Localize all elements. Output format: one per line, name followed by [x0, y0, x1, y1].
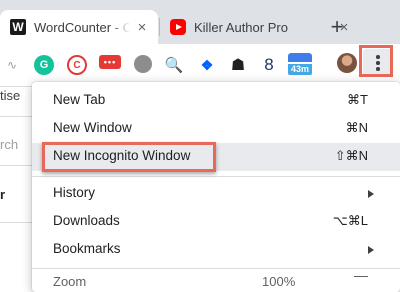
tab-wordcounter[interactable]: W WordCounter - C × — [0, 10, 158, 44]
menu-item-label: Bookmarks — [53, 241, 121, 256]
close-tab-icon[interactable]: × — [134, 19, 150, 36]
menu-item-label: History — [53, 185, 96, 200]
page-text-fragment: r — [0, 187, 6, 202]
tab-strip: W WordCounter - C × Killer Author Pro × … — [0, 0, 400, 44]
menu-separator — [32, 268, 400, 269]
youtube-favicon-icon — [170, 19, 186, 35]
search-extension-icon[interactable]: 🔍 — [164, 55, 184, 75]
submenu-arrow-icon — [368, 190, 374, 198]
red-dots-extension-icon[interactable]: ••• — [99, 55, 121, 69]
menu-item-shortcut: ⇧⌘N — [334, 148, 368, 163]
menu-item-shortcut: ⌘T — [347, 92, 368, 107]
menu-item-label: New Window — [53, 120, 132, 135]
ghost-extension-icon[interactable]: ☗ — [228, 55, 248, 75]
menu-separator — [32, 176, 400, 177]
red-circle-extension-icon[interactable]: C — [67, 55, 87, 75]
wordcounter-favicon-icon: W — [10, 19, 26, 35]
extension-icon[interactable]: ∿ — [2, 55, 22, 75]
page-search-fragment: rch — [0, 137, 19, 152]
menu-button-highlight — [359, 45, 393, 77]
menu-item-shortcut: ⌥⌘L — [332, 213, 368, 228]
menu-item-label: New Tab — [53, 92, 106, 107]
menu-item-shortcut: ⌘N — [345, 120, 368, 135]
grammarly-extension-icon[interactable]: G — [34, 55, 54, 75]
incognito-highlight-box — [42, 142, 216, 172]
profile-avatar[interactable] — [337, 53, 357, 73]
chrome-dropdown-menu: New Tab ⌘T New Window ⌘N New Incognito W… — [32, 82, 400, 292]
menu-item-history[interactable]: History — [32, 180, 400, 208]
timer-extension-icon[interactable]: 43m — [288, 52, 312, 76]
menu-item-label: Downloads — [53, 213, 120, 228]
dropbox-extension-icon[interactable]: ❖ — [197, 55, 217, 75]
fullscreen-icon[interactable] — [354, 276, 368, 289]
timer-bar — [288, 53, 312, 62]
submenu-arrow-icon — [368, 246, 374, 254]
menu-item-new-window[interactable]: New Window ⌘N — [32, 115, 400, 143]
menu-item-new-tab[interactable]: New Tab ⌘T — [32, 87, 400, 115]
tab-title: Killer Author Pro — [194, 19, 288, 35]
timer-badge: 43m — [288, 64, 312, 75]
infinity-extension-icon[interactable]: 8 — [259, 55, 279, 75]
page-text-fragment: tise — [0, 88, 21, 103]
menu-item-bookmarks[interactable]: Bookmarks — [32, 236, 400, 264]
menu-item-downloads[interactable]: Downloads ⌥⌘L — [32, 208, 400, 236]
gray-circle-extension-icon[interactable] — [134, 55, 152, 73]
tab-title: WordCounter - C — [34, 19, 130, 35]
new-tab-button[interactable]: + — [327, 16, 347, 38]
